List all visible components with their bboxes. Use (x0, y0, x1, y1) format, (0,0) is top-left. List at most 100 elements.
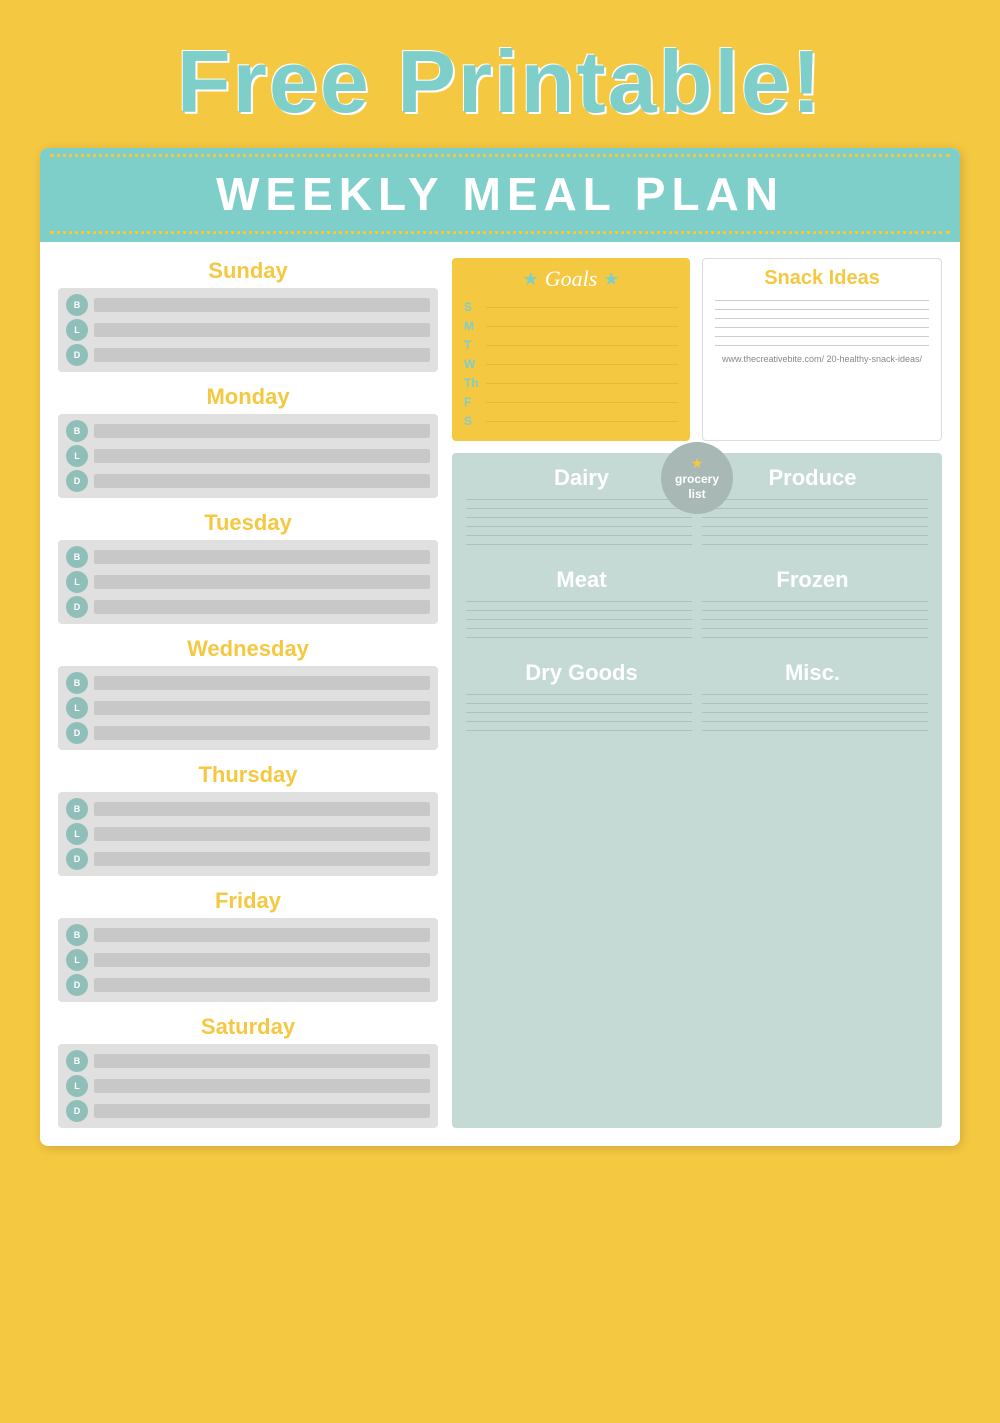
produce-line-2 (702, 508, 928, 509)
produce-line-6 (702, 544, 928, 545)
goals-row-s2: S (464, 414, 678, 428)
breakfast-badge-thu: B (66, 798, 88, 820)
sunday-label: Sunday (58, 258, 438, 284)
lunch-line-tue (94, 575, 430, 589)
goals-day-f: F (464, 395, 480, 409)
dinner-line-sat (94, 1104, 430, 1118)
wednesday-dinner: D (66, 722, 430, 744)
breakfast-line-fri (94, 928, 430, 942)
dairy-lines (466, 499, 692, 553)
friday-dinner: D (66, 974, 430, 996)
produce-label: Produce (709, 465, 917, 491)
right-column: ★ Goals ★ S M T (452, 258, 942, 1128)
misc-lines (702, 694, 928, 739)
day-sunday: Sunday B L D (58, 258, 438, 372)
grocery-section: Dairy ★ grocerylist Produce (452, 453, 942, 1128)
goals-row-th: Th (464, 376, 678, 390)
meat-label: Meat (478, 567, 686, 593)
goals-title: Goals (545, 266, 598, 292)
dry-goods-lines (466, 694, 692, 739)
lunch-badge-tue: L (66, 571, 88, 593)
sunday-lunch: L (66, 319, 430, 341)
dinner-badge-sun: D (66, 344, 88, 366)
dairy-line-2 (466, 508, 692, 509)
goals-row-w: W (464, 357, 678, 371)
day-thursday: Thursday B L D (58, 762, 438, 876)
snack-line-6 (715, 345, 929, 346)
lunch-line-thu (94, 827, 430, 841)
friday-label: Friday (58, 888, 438, 914)
frozen-line-2 (702, 610, 928, 611)
goals-header: ★ Goals ★ (464, 266, 678, 292)
lunch-badge-wed: L (66, 697, 88, 719)
frozen-line-4 (702, 628, 928, 629)
breakfast-line-sat (94, 1054, 430, 1068)
produce-line-1 (702, 499, 928, 500)
breakfast-badge-sun: B (66, 294, 88, 316)
frozen-line-3 (702, 619, 928, 620)
goals-line-th (486, 383, 678, 384)
frozen-label: Frozen (709, 567, 917, 593)
saturday-lunch: L (66, 1075, 430, 1097)
saturday-breakfast: B (66, 1050, 430, 1072)
wednesday-meals: B L D (58, 666, 438, 750)
breakfast-line-sun (94, 298, 430, 312)
misc-line-1 (702, 694, 928, 695)
goals-row-m: M (464, 319, 678, 333)
card-body: Sunday B L D (40, 242, 960, 1146)
days-column: Sunday B L D (58, 258, 438, 1128)
friday-meals: B L D (58, 918, 438, 1002)
dinner-line-tue (94, 600, 430, 614)
sunday-dinner: D (66, 344, 430, 366)
card-title: WEEKLY MEAL PLAN (40, 161, 960, 227)
dry-line-1 (466, 694, 692, 695)
goals-day-s2: S (464, 414, 480, 428)
misc-line-3 (702, 712, 928, 713)
snack-line-5 (715, 336, 929, 337)
misc-label: Misc. (709, 660, 917, 686)
breakfast-line-wed (94, 676, 430, 690)
dinner-line-wed (94, 726, 430, 740)
frozen-line-1 (702, 601, 928, 602)
lunch-badge-fri: L (66, 949, 88, 971)
goals-line-w (486, 364, 678, 365)
goals-line-m (486, 326, 678, 327)
monday-dinner: D (66, 470, 430, 492)
goals-row-f: F (464, 395, 678, 409)
dinner-badge-tue: D (66, 596, 88, 618)
main-card: WEEKLY MEAL PLAN Sunday B L (40, 148, 960, 1146)
snack-line-1 (715, 300, 929, 301)
wednesday-label: Wednesday (58, 636, 438, 662)
dairy-line-4 (466, 526, 692, 527)
page-title: Free Printable! (0, 38, 1000, 126)
dairy-line-1 (466, 499, 692, 500)
tuesday-lunch: L (66, 571, 430, 593)
top-right-row: ★ Goals ★ S M T (452, 258, 942, 441)
dry-goods-label: Dry Goods (478, 660, 686, 686)
snack-line-2 (715, 309, 929, 310)
goals-line-s2 (486, 421, 678, 422)
saturday-meals: B L D (58, 1044, 438, 1128)
tuesday-label: Tuesday (58, 510, 438, 536)
thursday-label: Thursday (58, 762, 438, 788)
lunch-badge-thu: L (66, 823, 88, 845)
dry-line-2 (466, 703, 692, 704)
lunch-line-fri (94, 953, 430, 967)
lunch-line-wed (94, 701, 430, 715)
dinner-line-mon (94, 474, 430, 488)
dotted-bottom (50, 231, 950, 234)
grocery-badge: ★ grocerylist (661, 442, 733, 514)
meat-line-4 (466, 628, 692, 629)
wednesday-breakfast: B (66, 672, 430, 694)
meat-line-1 (466, 601, 692, 602)
day-tuesday: Tuesday B L D (58, 510, 438, 624)
breakfast-badge-fri: B (66, 924, 88, 946)
monday-label: Monday (58, 384, 438, 410)
friday-breakfast: B (66, 924, 430, 946)
dinner-badge-mon: D (66, 470, 88, 492)
day-monday: Monday B L D (58, 384, 438, 498)
friday-lunch: L (66, 949, 430, 971)
wednesday-lunch: L (66, 697, 430, 719)
snack-title: Snack Ideas (715, 267, 929, 290)
page-wrapper: Free Printable! WEEKLY MEAL PLAN Sunday … (0, 20, 1000, 1146)
